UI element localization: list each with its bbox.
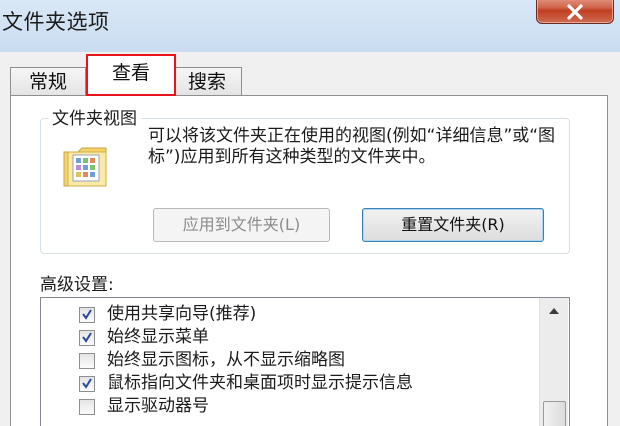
close-button[interactable] bbox=[536, 0, 614, 24]
close-icon bbox=[567, 4, 583, 20]
folder-views-label: 文件夹视图 bbox=[48, 104, 141, 129]
scroll-thumb[interactable] bbox=[543, 401, 566, 426]
list-item-label: 使用共享向导(推荐) bbox=[107, 304, 257, 324]
checkmark-icon bbox=[82, 309, 92, 320]
advanced-settings-label: 高级设置: bbox=[40, 275, 114, 295]
list-item[interactable]: 始终显示图标，从不显示缩略图 bbox=[79, 350, 549, 372]
checkmark-icon bbox=[82, 378, 92, 389]
scroll-up-arrow-icon[interactable] bbox=[540, 298, 568, 324]
checkbox[interactable] bbox=[79, 307, 95, 323]
tab-general[interactable]: 常规 bbox=[10, 67, 86, 96]
checkbox[interactable] bbox=[79, 376, 95, 392]
list-item-label: 鼠标指向文件夹和桌面项时显示提示信息 bbox=[107, 373, 413, 393]
list-item-label: 显示驱动器号 bbox=[107, 396, 209, 416]
list-item[interactable]: 始终显示菜单 bbox=[79, 327, 549, 349]
checkbox[interactable] bbox=[79, 353, 95, 369]
folder-view-icon bbox=[63, 147, 107, 187]
apply-to-folders-button[interactable]: 应用到文件夹(L) bbox=[153, 208, 330, 242]
checkbox[interactable] bbox=[79, 330, 95, 346]
checkmark-icon bbox=[82, 332, 92, 343]
list-item[interactable]: 显示驱动器号 bbox=[79, 396, 549, 418]
advanced-settings-list[interactable]: 使用共享向导(推荐) 始终显示菜单 始终显示图标，从不显示缩略图 鼠标指向文件夹… bbox=[40, 297, 570, 426]
window-title: 文件夹选项 bbox=[2, 10, 110, 34]
list-item[interactable]: 鼠标指向文件夹和桌面项时显示提示信息 bbox=[79, 373, 549, 395]
vertical-scrollbar[interactable] bbox=[539, 298, 568, 426]
folder-options-window: 文件夹选项 常规 查看 搜索 文件夹视图 可以将该文件夹正在使用的视图(例如“详… bbox=[0, 0, 620, 426]
list-item[interactable]: 使用共享向导(推荐) bbox=[79, 304, 549, 326]
tab-search[interactable]: 搜索 bbox=[172, 67, 242, 96]
list-item-label: 始终显示菜单 bbox=[107, 327, 209, 347]
reset-folders-button[interactable]: 重置文件夹(R) bbox=[362, 208, 544, 242]
checkbox[interactable] bbox=[79, 399, 95, 415]
list-item-label: 始终显示图标，从不显示缩略图 bbox=[107, 350, 345, 370]
tab-strip: 常规 查看 搜索 bbox=[0, 54, 620, 96]
folder-views-description: 可以将该文件夹正在使用的视图(例如“详细信息”或“图标”)应用到所有这种类型的文… bbox=[148, 126, 556, 167]
tab-view[interactable]: 查看 bbox=[86, 54, 176, 96]
title-bar: 文件夹选项 bbox=[0, 0, 620, 52]
